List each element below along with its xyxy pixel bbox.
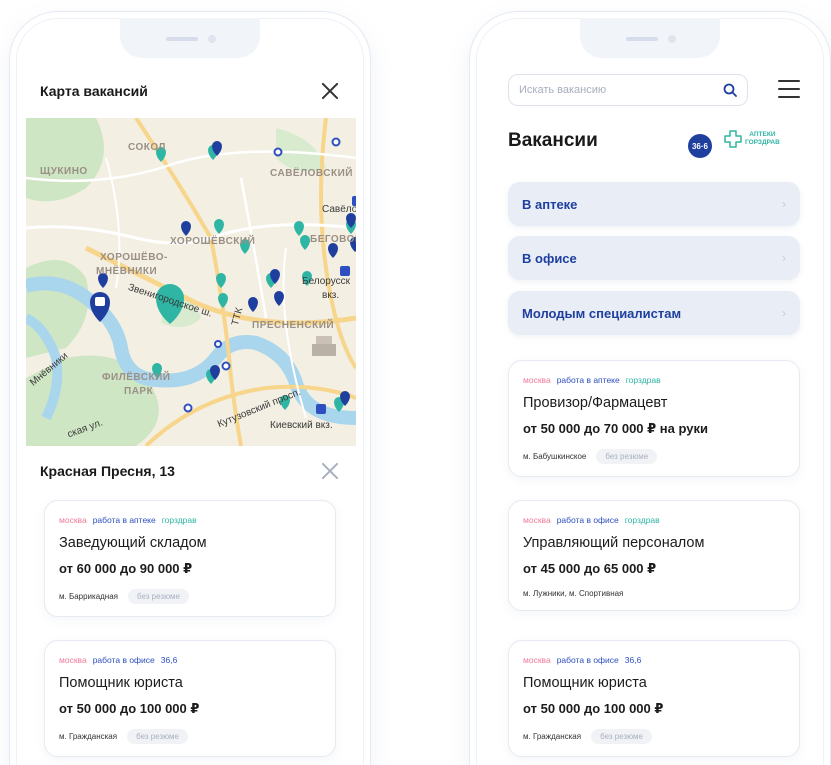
search-input[interactable] [519,84,723,96]
job-card[interactable]: москва работа в офисе 36,6 Помощник юрис… [44,640,336,757]
map-label: ХОРОШЁВСКИЙ [170,236,256,247]
map-label: МНЁВНИКИ [96,266,158,277]
job-card[interactable]: москва работа в аптеке горздрав Провизор… [508,360,800,477]
map-label: ПРЕСНЕНСКИЙ [252,320,335,331]
category-label: Молодым специалистам [522,305,682,321]
tag-city: москва [523,375,551,385]
pharmacy-cross-icon [724,130,742,148]
map-header: Карта вакансий [40,76,340,106]
tag-work-type: работа в аптеке [556,375,620,385]
tag-city: москва [523,655,551,665]
job-meta: м. Гражданская без резюме [523,729,785,744]
selected-address-row: Красная Пресня, 13 [40,456,340,486]
menu-icon[interactable] [778,80,800,98]
tag-row: москва работа в офисе 36,6 [59,655,321,665]
page-title: Карта вакансий [40,83,148,99]
vacancy-map[interactable]: СОКОЛ ЩУКИНО САВЁЛОВСКИЙ Савёло ХОРОШЁВС… [26,118,356,446]
category-young-specialists[interactable]: Молодым специалистам › [508,291,800,335]
map-label: ХОРОШЁВО- [100,252,168,263]
category-pharmacy[interactable]: В аптеке › [508,182,800,226]
job-card[interactable]: москва работа в офисе горздрав Управляющ… [508,500,800,611]
tag-city: москва [59,515,87,525]
map-label: САВЁЛОВСКИЙ [270,168,353,179]
page-title: Вакансии [508,130,598,151]
tag-row: москва работа в офисе 36,6 [523,655,785,665]
job-meta: м. Лужники, м. Спортивная [523,589,785,598]
chevron-right-icon: › [782,251,786,265]
map-label: БЕГОВОЙ [310,234,356,245]
search-icon[interactable] [723,83,737,97]
metro-station: м. Баррикадная [59,592,119,601]
map-label: Белорусск [302,276,351,287]
job-salary: от 60 000 до 90 000 ₽ [59,561,193,576]
metro-station: м. Гражданская [59,732,118,741]
chevron-right-icon: › [782,197,786,211]
job-meta: м. Бабушкинское без резюме [523,449,785,464]
search-bar [508,74,748,106]
tag-work-type: работа в офисе [92,655,155,665]
phone-notch [120,18,260,58]
map-label: ПАРК [124,386,154,397]
close-icon[interactable] [320,461,340,481]
category-office[interactable]: В офисе › [508,236,800,280]
job-meta: м. Баррикадная без резюме [59,589,321,604]
job-salary: от 50 000 до 70 000 ₽ на руки [523,421,708,436]
job-meta: м. Гражданская без резюме [59,729,321,744]
map-label: Киевский вкз. [270,420,333,431]
phone-notch [580,18,720,58]
tag-row: москва работа в офисе горздрав [523,515,785,525]
tag-work-type: работа в офисе [556,515,619,525]
tag-work-type: работа в аптеке [92,515,156,525]
speaker [166,37,198,41]
no-resume-badge: без резюме [596,449,658,464]
phone-map-screen: Карта вакансий СОКОЛ ЩУКИНО САВЁЛОВСКИЙ … [10,12,370,765]
tag-brand: 36,6 [624,655,642,665]
tag-brand: 36,6 [160,655,178,665]
no-resume-badge: без резюме [128,589,189,604]
tag-row: москва работа в аптеке горздрав [59,515,321,525]
logo-text: АПТЕКИ ГОРЗДРАВ [745,131,780,147]
job-card[interactable]: москва работа в офисе 36,6 Помощник юрис… [508,640,800,757]
tag-city: москва [523,515,551,525]
logo-36-6: 36·6 [688,134,712,158]
tag-brand: горздрав [161,515,197,525]
job-title: Заведующий складом [59,535,207,551]
job-salary: от 50 000 до 100 000 ₽ [59,701,200,716]
close-icon[interactable] [320,81,340,101]
job-title: Управляющий персоналом [523,535,705,551]
map-label: ЩУКИНО [40,166,88,177]
camera [208,35,216,43]
logo-line: АПТЕКИ [749,131,776,138]
speaker [626,37,658,41]
job-salary: от 45 000 до 65 000 ₽ [523,561,657,576]
logo-line: ГОРЗДРАВ [745,139,780,146]
category-label: В офисе [522,250,577,266]
phone-vacancies-screen: Вакансии 36·6 АПТЕКИ ГОРЗДРАВ В аптеке ›… [470,12,830,765]
tag-row: москва работа в аптеке горздрав [523,375,785,385]
map-label: ФИЛЁВСКИЙ [102,372,171,383]
metro-station: м. Гражданская [523,732,582,741]
tag-work-type: работа в офисе [556,655,619,665]
job-card[interactable]: москва работа в аптеке горздрав Заведующ… [44,500,336,617]
job-title: Помощник юриста [59,675,183,691]
metro-station: м. Бабушкинское [523,452,587,461]
no-resume-badge: без резюме [591,729,652,744]
category-label: В аптеке [522,196,578,212]
job-salary: от 50 000 до 100 000 ₽ [523,701,664,716]
no-resume-badge: без резюме [127,729,188,744]
tag-brand: горздрав [625,375,661,385]
map-label: СОКОЛ [128,142,166,153]
map-label: вкз. [322,290,340,301]
selected-address: Красная Пресня, 13 [40,463,175,479]
job-title: Провизор/Фармацевт [523,395,668,411]
logo-gorzdrav: АПТЕКИ ГОРЗДРАВ [724,130,780,148]
job-title: Помощник юриста [523,675,647,691]
tag-brand: горздрав [624,515,660,525]
tag-city: москва [59,655,87,665]
chevron-right-icon: › [782,306,786,320]
camera [668,35,676,43]
map-label: Савёло [322,204,356,215]
metro-station: м. Лужники, м. Спортивная [523,589,624,598]
